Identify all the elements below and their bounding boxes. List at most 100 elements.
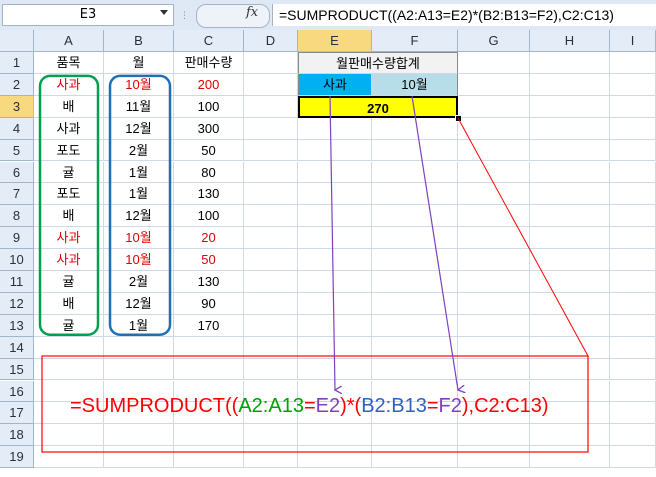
table-cell-qty[interactable]: 50	[174, 249, 244, 271]
table-cell-month[interactable]: 1월	[104, 183, 174, 206]
row-header-16[interactable]: 16	[0, 380, 34, 403]
grid-cell[interactable]	[244, 271, 298, 293]
grid-cell[interactable]	[298, 205, 372, 228]
table-cell-qty[interactable]: 100	[174, 205, 244, 228]
grid-cell[interactable]	[244, 249, 298, 271]
grid-cell[interactable]	[530, 52, 610, 74]
row-header-17[interactable]: 17	[0, 402, 34, 425]
row-header-14[interactable]: 14	[0, 336, 34, 359]
grid-cell[interactable]	[610, 139, 656, 162]
grid-cell[interactable]	[298, 336, 372, 359]
table-cell-month[interactable]: 10월	[104, 249, 174, 271]
grid-cell[interactable]	[530, 227, 610, 250]
grid-cell[interactable]	[458, 446, 530, 469]
column-header-b[interactable]: B	[104, 30, 174, 52]
grid-cell[interactable]	[458, 292, 530, 315]
row-header-5[interactable]: 5	[0, 139, 34, 162]
name-box-dropdown-icon[interactable]	[160, 10, 168, 15]
grid-cell[interactable]	[458, 183, 530, 206]
grid-cell[interactable]	[372, 336, 458, 359]
table-cell-qty[interactable]: 300	[174, 117, 244, 140]
table-cell-item[interactable]: 사과	[34, 249, 104, 271]
row-header-13[interactable]: 13	[0, 314, 34, 337]
grid-cell[interactable]	[244, 336, 298, 359]
grid-cell[interactable]	[244, 358, 298, 381]
insert-function-button[interactable]: fx	[246, 5, 258, 20]
grid-cell[interactable]	[530, 95, 610, 118]
row-header-10[interactable]: 10	[0, 249, 34, 271]
select-all-corner[interactable]	[0, 30, 34, 52]
table-cell-item[interactable]: 포도	[34, 139, 104, 162]
fill-handle[interactable]	[455, 114, 462, 122]
grid-cell[interactable]	[298, 358, 372, 381]
grid-cell[interactable]	[34, 446, 104, 469]
grid-cell[interactable]	[244, 227, 298, 250]
table-cell-month[interactable]: 1월	[104, 161, 174, 184]
grid-cell[interactable]	[610, 117, 656, 140]
grid-cell[interactable]	[530, 314, 610, 337]
grid-cell[interactable]	[610, 358, 656, 381]
grid-cell[interactable]	[458, 73, 530, 96]
grid-cell[interactable]	[34, 336, 104, 359]
grid-cell[interactable]	[174, 446, 244, 469]
grid-cell[interactable]	[372, 446, 458, 469]
grid-cell[interactable]	[174, 424, 244, 447]
formula-input[interactable]: =SUMPRODUCT((A2:A13=E2)*(B2:B13=F2),C2:C…	[272, 4, 656, 26]
grid-cell[interactable]	[298, 271, 372, 293]
column-header-i[interactable]: I	[610, 30, 656, 52]
grid-cell[interactable]	[244, 314, 298, 337]
table-cell-qty[interactable]: 80	[174, 161, 244, 184]
criteria-result[interactable]: 270	[298, 95, 458, 118]
grid-cell[interactable]	[610, 424, 656, 447]
grid-cell[interactable]	[458, 314, 530, 337]
column-header-h[interactable]: H	[530, 30, 610, 52]
grid-cell[interactable]	[530, 292, 610, 315]
table-cell-item[interactable]: 귤	[34, 271, 104, 293]
grid-cell[interactable]	[372, 314, 458, 337]
grid-cell[interactable]	[610, 161, 656, 184]
grid-cell[interactable]	[372, 249, 458, 271]
table-cell-qty[interactable]: 90	[174, 292, 244, 315]
row-header-3[interactable]: 3	[0, 95, 34, 118]
grid-cell[interactable]	[610, 95, 656, 118]
grid-cell[interactable]	[244, 292, 298, 315]
grid-cell[interactable]	[298, 314, 372, 337]
grid-cell[interactable]	[530, 446, 610, 469]
column-header-d[interactable]: D	[244, 30, 298, 52]
grid-cell[interactable]	[458, 249, 530, 271]
grid-cell[interactable]	[458, 95, 530, 118]
grid-cell[interactable]	[298, 424, 372, 447]
grid-cell[interactable]	[104, 446, 174, 469]
grid-cell[interactable]	[610, 227, 656, 250]
grid-cell[interactable]	[610, 314, 656, 337]
grid-cell[interactable]	[372, 271, 458, 293]
grid-cell[interactable]	[372, 161, 458, 184]
grid-cell[interactable]	[104, 336, 174, 359]
column-header-g[interactable]: G	[458, 30, 530, 52]
table-cell-month[interactable]: 11월	[104, 95, 174, 118]
row-header-2[interactable]: 2	[0, 73, 34, 96]
grid-cell[interactable]	[458, 117, 530, 140]
grid-cell[interactable]	[458, 52, 530, 74]
column-header-e[interactable]: E	[298, 30, 372, 52]
table-cell-item[interactable]: 포도	[34, 183, 104, 206]
table-cell-qty[interactable]: 200	[174, 73, 244, 96]
row-header-18[interactable]: 18	[0, 424, 34, 447]
grid-cell[interactable]	[298, 227, 372, 250]
table-cell-month[interactable]: 12월	[104, 205, 174, 228]
grid-cell[interactable]	[104, 358, 174, 381]
criteria-header[interactable]: 월판매수량합계	[298, 52, 458, 74]
row-header-11[interactable]: 11	[0, 271, 34, 293]
row-header-8[interactable]: 8	[0, 205, 34, 228]
grid-cell[interactable]	[530, 117, 610, 140]
table-cell-qty[interactable]: 130	[174, 183, 244, 206]
grid-cell[interactable]	[530, 205, 610, 228]
grid-cell[interactable]	[530, 161, 610, 184]
grid-cell[interactable]	[298, 117, 372, 140]
grid-cell[interactable]	[244, 183, 298, 206]
row-header-1[interactable]: 1	[0, 52, 34, 74]
table-cell-item[interactable]: 귤	[34, 161, 104, 184]
table-cell-month[interactable]: 2월	[104, 271, 174, 293]
grid-cell[interactable]	[610, 271, 656, 293]
row-header-12[interactable]: 12	[0, 292, 34, 315]
